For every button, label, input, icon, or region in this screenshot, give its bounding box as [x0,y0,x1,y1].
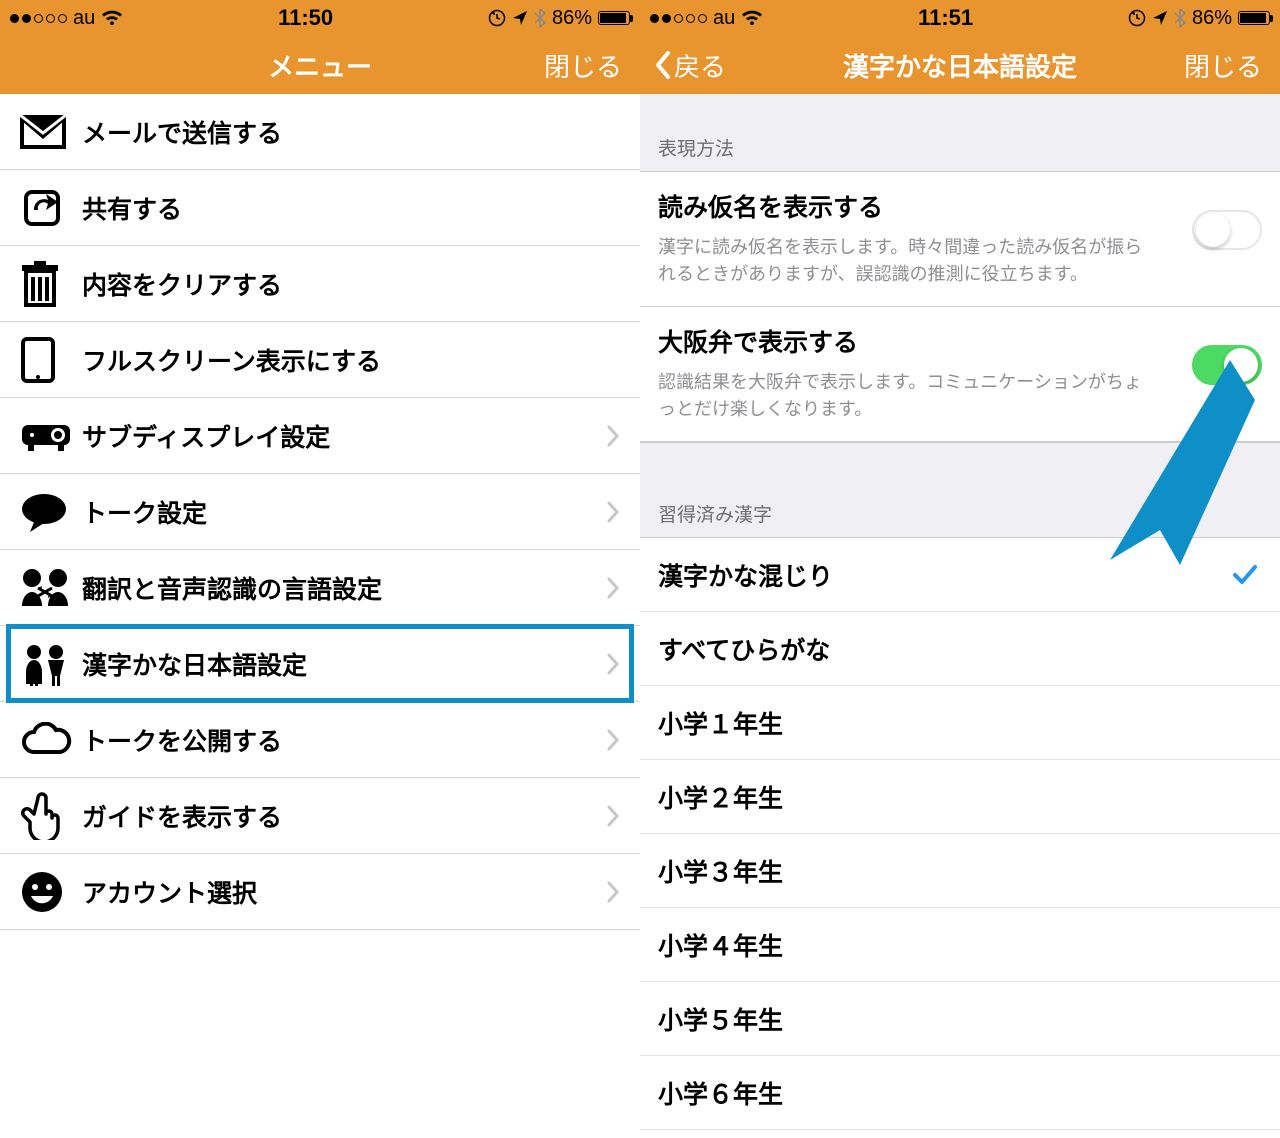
section-header-expression: 表現方法 [640,94,1280,172]
talk-icon [20,492,82,532]
setting-title: 大阪弁で表示する [658,323,1262,359]
kanji-level-option[interactable]: 小学１年生 [640,686,1280,760]
chevron-right-icon [606,881,620,903]
status-bar: au 11:50 86% [0,0,640,36]
trash-icon [20,261,82,307]
option-label: 小学１年生 [658,705,783,741]
menu-item-kids[interactable]: 漢字かな日本語設定 [0,626,640,702]
option-label: すべてひらがな [658,631,830,667]
wifi-icon [741,10,763,26]
chevron-right-icon [606,425,620,447]
menu-item-cloud[interactable]: トークを公開する [0,702,640,778]
menu-item-label: 漢字かな日本語設定 [82,646,606,682]
battery-icon [1238,11,1270,25]
menu-item-share[interactable]: 共有する [0,170,640,246]
menu-item-label: メールで送信する [82,114,620,150]
battery-icon [598,11,630,25]
mail-icon [20,115,82,149]
carrier-label: au [713,7,735,30]
option-label: 小学５年生 [658,1001,783,1037]
kanji-level-option[interactable]: 小学４年生 [640,908,1280,982]
setting-title: 読み仮名を表示する [658,188,1262,224]
kanji-level-option[interactable]: 小学３年生 [640,834,1280,908]
kanji-level-option[interactable]: 小学６年生 [640,1056,1280,1130]
wifi-icon [101,10,123,26]
chevron-right-icon [606,577,620,599]
section-header-kanji-level: 習得済み漢字 [640,488,1280,538]
toggle-switch[interactable] [1192,345,1262,385]
clock: 11:51 [918,5,973,31]
option-label: 小学３年生 [658,853,783,889]
menu-item-projector[interactable]: サブディスプレイ設定 [0,398,640,474]
chevron-right-icon [606,729,620,751]
share-icon [20,186,82,230]
location-icon [512,10,528,26]
cell-signal-icon [650,14,707,23]
kids-icon [20,642,82,686]
close-button[interactable]: 閉じる [1184,47,1262,84]
menu-item-smiley[interactable]: アカウント選択 [0,854,640,930]
menu-item-label: トーク設定 [82,494,606,530]
menu-item-translate[interactable]: 翻訳と音声認識の言語設定 [0,550,640,626]
bluetooth-icon [1174,8,1186,28]
menu-item-label: 内容をクリアする [82,266,620,302]
chevron-right-icon [606,805,620,827]
menu-item-label: サブディスプレイ設定 [82,418,606,454]
translate-icon [20,566,82,610]
cell-signal-icon [10,14,67,23]
setting-description: 漢字に読み仮名を表示します。時々間違った読み仮名が振られるときがありますが、誤認… [658,234,1262,288]
menu-item-label: 共有する [82,190,620,226]
menu-item-trash[interactable]: 内容をクリアする [0,246,640,322]
chevron-right-icon [606,501,620,523]
back-label: 戻る [674,47,726,84]
toggle-switch[interactable] [1192,210,1262,250]
fullscreen-icon [20,336,82,384]
projector-icon [20,419,82,453]
battery-pct: 86% [552,7,592,30]
setting-description: 認識結果を大阪弁で表示します。コミュニケーションがちょっとだけ楽しくなります。 [658,369,1262,423]
clock: 11:50 [278,5,333,31]
screen-kanji-settings: au 11:51 86% [640,0,1280,1138]
checkmark-icon [1232,564,1258,586]
nav-bar: 戻る 漢字かな日本語設定 閉じる [640,36,1280,94]
cloud-icon [20,722,82,758]
bluetooth-icon [534,8,546,28]
rotation-lock-icon [488,9,506,27]
status-bar: au 11:51 86% [640,0,1280,36]
battery-pct: 86% [1192,7,1232,30]
location-icon [1152,10,1168,26]
option-label: 漢字かな混じり [658,557,833,593]
hand-icon [20,792,82,840]
menu-item-mail[interactable]: メールで送信する [0,94,640,170]
kanji-level-option[interactable]: 漢字かな混じり [640,538,1280,612]
menu-item-label: アカウント選択 [82,874,606,910]
menu-item-hand[interactable]: ガイドを表示する [0,778,640,854]
nav-bar: メニュー 閉じる [0,36,640,94]
option-label: 小学６年生 [658,1075,783,1111]
option-label: 小学４年生 [658,927,783,963]
spacer [640,442,1280,488]
menu-item-label: ガイドを表示する [82,798,606,834]
menu-item-talk[interactable]: トーク設定 [0,474,640,550]
close-button[interactable]: 閉じる [544,47,622,84]
kanji-level-option[interactable]: すべてひらがな [640,612,1280,686]
kanji-level-option[interactable]: 小学２年生 [640,760,1280,834]
chevron-left-icon [654,50,672,80]
carrier-label: au [73,7,95,30]
rotation-lock-icon [1128,9,1146,27]
menu-list: メールで送信する共有する内容をクリアするフルスクリーン表示にするサブディスプレイ… [0,94,640,930]
menu-item-label: トークを公開する [82,722,606,758]
menu-item-fullscreen[interactable]: フルスクリーン表示にする [0,322,640,398]
kanji-level-option[interactable]: 小学５年生 [640,982,1280,1056]
screen-menu: au 11:50 86% メニュー [0,0,640,1138]
setting-row: 読み仮名を表示する漢字に読み仮名を表示します。時々間違った読み仮名が振られるとき… [640,172,1280,307]
menu-item-label: 翻訳と音声認識の言語設定 [82,570,606,606]
setting-row: 大阪弁で表示する認識結果を大阪弁で表示します。コミュニケーションがちょっとだけ楽… [640,307,1280,442]
option-label: 小学２年生 [658,779,783,815]
menu-item-label: フルスクリーン表示にする [82,342,620,378]
back-button[interactable]: 戻る [654,47,726,84]
chevron-right-icon [606,653,620,675]
smiley-icon [20,870,82,914]
